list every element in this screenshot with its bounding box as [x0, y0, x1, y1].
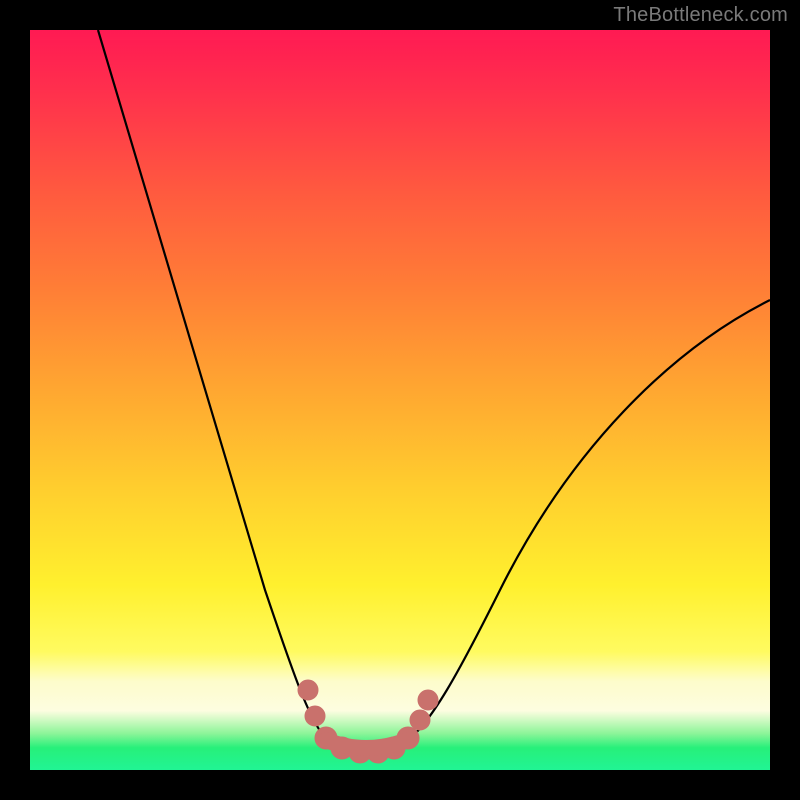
curve-layer — [30, 30, 770, 770]
plot-area — [30, 30, 770, 770]
watermark-text: TheBottleneck.com — [613, 4, 788, 27]
bottleneck-curve — [98, 30, 770, 751]
valley-markers — [298, 680, 438, 763]
chart-stage: TheBottleneck.com — [0, 0, 800, 800]
